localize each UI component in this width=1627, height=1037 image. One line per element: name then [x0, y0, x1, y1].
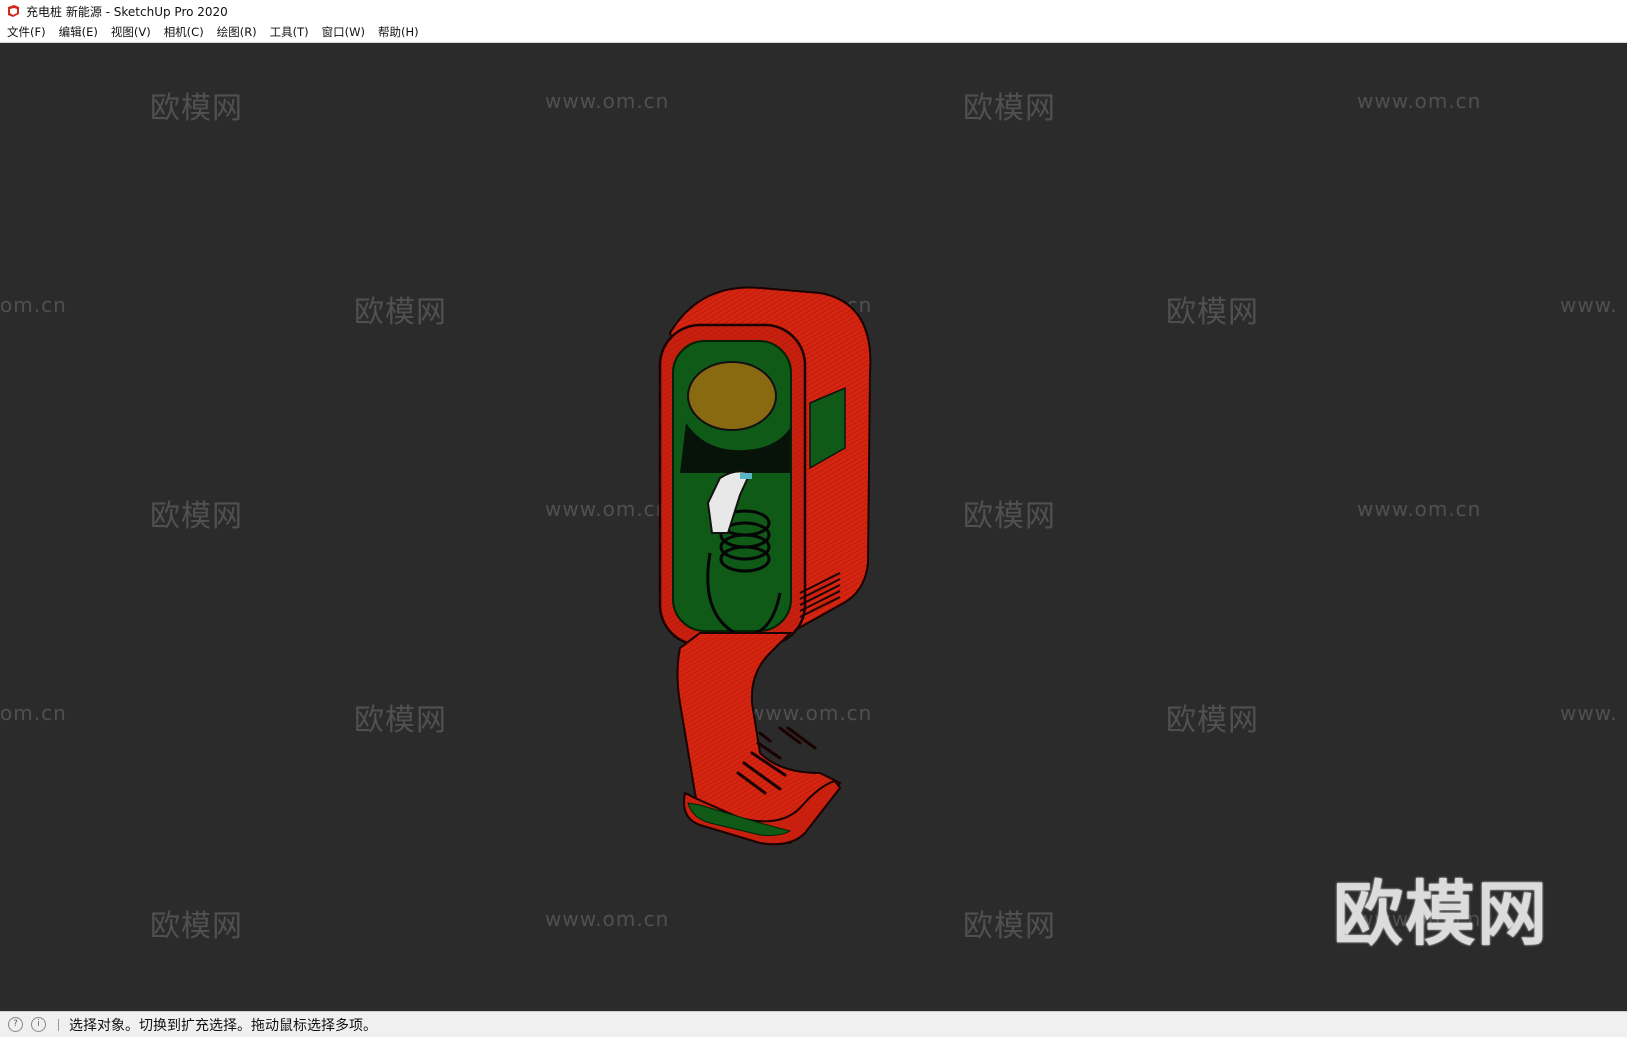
watermark-cn: 欧模网 [963, 91, 1056, 126]
watermark-big: 欧模网 [1333, 873, 1549, 955]
watermark-url: www.om.cn [545, 89, 670, 113]
window-title: 充电桩 新能源 - SketchUp Pro 2020 [26, 4, 228, 19]
watermark-url: www.om.cn [1357, 497, 1482, 521]
menu-tools[interactable]: 工具(T) [263, 24, 315, 40]
watermark-cn: 欧模网 [963, 909, 1056, 944]
watermark-cn: 欧模网 [150, 91, 243, 126]
menu-help[interactable]: 帮助(H) [371, 24, 425, 40]
watermark-url: www.om.cn [1357, 89, 1482, 113]
menu-file[interactable]: 文件(F) [0, 24, 52, 40]
geolocation-icon[interactable]: ? [8, 1017, 23, 1032]
watermark-url: www.om.cn [545, 907, 670, 931]
watermark-cn: 欧模网 [354, 703, 447, 738]
watermark-cn: 欧模网 [150, 499, 243, 534]
menu-view[interactable]: 视图(V) [104, 24, 157, 40]
status-bar: ? i 选择对象。切换到扩充选择。拖动鼠标选择多项。 [0, 1011, 1627, 1037]
watermark-cn: 欧模网 [963, 499, 1056, 534]
watermark-cn: 欧模网 [1166, 703, 1259, 738]
menu-camera[interactable]: 相机(C) [157, 24, 210, 40]
watermark-url-partial: www. [1560, 293, 1618, 317]
status-text: 选择对象。切换到扩充选择。拖动鼠标选择多项。 [69, 1017, 377, 1034]
menu-window[interactable]: 窗口(W) [315, 24, 371, 40]
watermark-cn: 欧模网 [354, 295, 447, 330]
status-separator [58, 1018, 59, 1031]
watermark-url-partial: om.cn [0, 701, 67, 725]
sketchup-logo-icon [8, 5, 19, 17]
watermark-url-partial: om.cn [0, 293, 67, 317]
model-viewport[interactable]: 欧模网 www.om.cn 欧模网 www.om.cn om.cn 欧模网 ww… [0, 43, 1627, 1011]
menu-draw[interactable]: 绘图(R) [210, 24, 263, 40]
menu-edit[interactable]: 编辑(E) [52, 24, 104, 40]
charging-pile-model[interactable] [640, 233, 900, 893]
watermark-cn: 欧模网 [150, 909, 243, 944]
title-bar: 充电桩 新能源 - SketchUp Pro 2020 [0, 0, 1627, 22]
menu-bar: 文件(F) 编辑(E) 视图(V) 相机(C) 绘图(R) 工具(T) 窗口(W… [0, 22, 1627, 43]
watermark-url-partial: www. [1560, 701, 1618, 725]
display-screen [687, 361, 777, 431]
watermark-cn: 欧模网 [1166, 295, 1259, 330]
info-icon[interactable]: i [31, 1017, 46, 1032]
